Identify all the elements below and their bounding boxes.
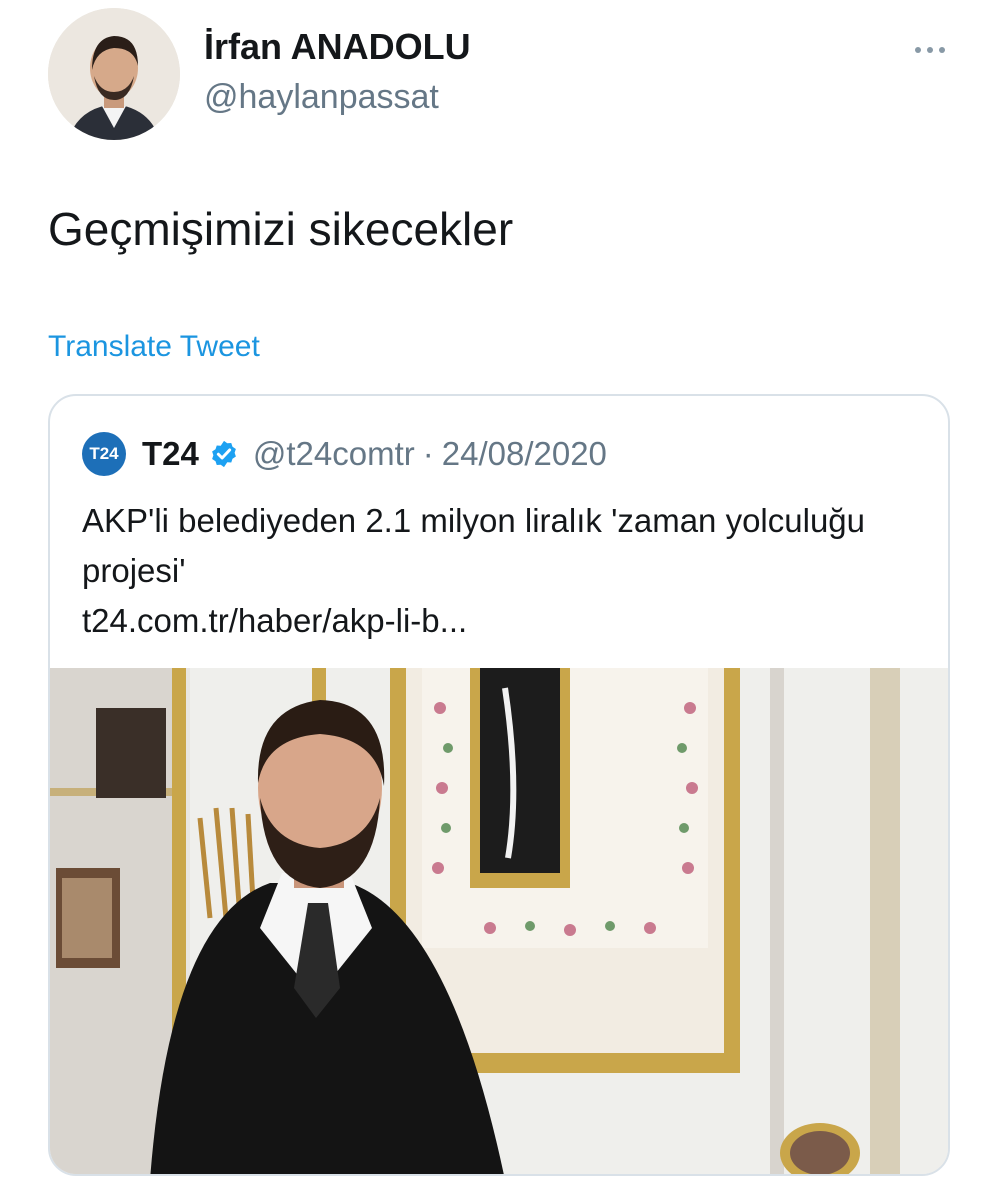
author-avatar[interactable] xyxy=(48,8,180,140)
news-photo xyxy=(50,668,948,1174)
quoted-tweet-body: AKP'li belediyeden 2.1 milyon liralık 'z… xyxy=(82,496,922,646)
more-options-button[interactable] xyxy=(906,30,954,70)
ellipsis-icon xyxy=(939,47,945,53)
quoted-tweet-date: 24/08/2020 xyxy=(441,435,607,472)
tweet-text: Geçmişimizi sikecekler xyxy=(48,203,514,255)
quoted-author-handle: @t24comtr xyxy=(252,435,415,472)
avatar-photo xyxy=(48,8,180,140)
t24-logo: T24 xyxy=(82,432,126,476)
separator: · xyxy=(422,435,434,472)
quoted-tweet-text: AKP'li belediyeden 2.1 milyon liralık 'z… xyxy=(82,502,866,589)
quoted-tweet-link[interactable]: t24.com.tr/haber/akp-li-b... xyxy=(82,596,922,646)
verified-badge-icon xyxy=(212,440,236,468)
translate-tweet-link[interactable]: Translate Tweet xyxy=(48,330,260,364)
quoted-author-name: T24 xyxy=(142,435,199,472)
ellipsis-icon xyxy=(927,47,933,53)
quoted-tweet-card[interactable]: T24 T24 @t24comtr · 24/08/2020 AKP'li be… xyxy=(48,394,950,1176)
ellipsis-icon xyxy=(915,47,921,53)
quoted-tweet-image[interactable] xyxy=(50,668,948,1174)
author-display-name[interactable]: İrfan ANADOLU xyxy=(204,26,471,68)
quoted-tweet-header: T24 T24 @t24comtr · 24/08/2020 xyxy=(82,432,607,476)
author-handle[interactable]: @haylanpassat xyxy=(204,78,439,117)
